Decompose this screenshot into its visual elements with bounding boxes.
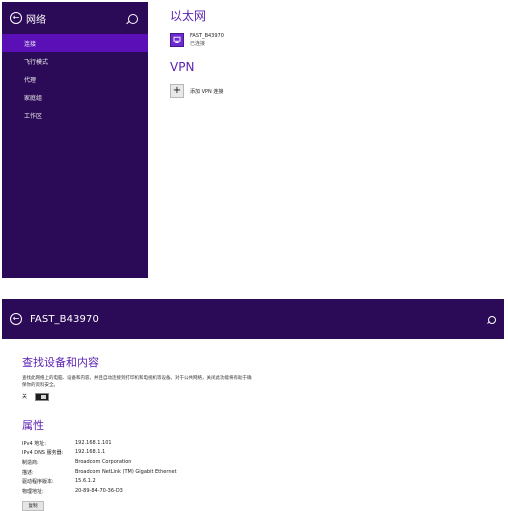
- table-row: 物理地址: 20-89-84-70-36-D3: [22, 486, 177, 496]
- sidebar-item-workplace[interactable]: 工作区: [2, 106, 148, 124]
- back-arrow-icon[interactable]: ←: [10, 12, 22, 24]
- network-details-panel: ← FAST_B43970 查找设备和内容 查找此网络上的电脑、设备和内容，并且…: [0, 295, 508, 511]
- sidebar-header: ← 网络: [2, 2, 148, 34]
- discover-toggle-row: 关: [22, 392, 492, 401]
- properties-title: 属性: [22, 418, 44, 432]
- network-icon: [170, 33, 184, 48]
- discover-toggle-label: 关: [22, 394, 28, 400]
- property-value: 192.168.1.101: [75, 439, 112, 446]
- network-details-header: ← FAST_B43970: [2, 299, 504, 339]
- property-value: 20-89-84-70-36-D3: [75, 487, 123, 494]
- property-key: IPv4 DNS 服务器:: [22, 450, 64, 457]
- plus-icon[interactable]: +: [170, 84, 184, 99]
- property-value: 15.6.1.2: [75, 478, 96, 485]
- search-icon[interactable]: [488, 316, 496, 324]
- table-row: 驱动程序版本: 15.6.1.2: [22, 477, 177, 487]
- network-details-title-wrap: ← FAST_B43970: [10, 313, 99, 325]
- properties-table: IPv4 地址: 192.168.1.101 IPv4 DNS 服务器: 192…: [22, 439, 177, 497]
- property-key: 描述:: [22, 469, 34, 476]
- ethernet-network-item[interactable]: FAST_B43970 已连接: [170, 32, 500, 48]
- ethernet-heading: 以太网: [170, 9, 207, 23]
- network-name: FAST_B43970: [190, 32, 224, 39]
- vpn-heading: VPN: [170, 60, 195, 75]
- property-value: 192.168.1.1: [75, 449, 106, 456]
- discover-toggle[interactable]: [35, 392, 50, 401]
- property-key: 物理地址:: [22, 488, 44, 495]
- sidebar-item-connections[interactable]: 连接: [2, 34, 148, 52]
- add-vpn-label: 添加 VPN 连接: [190, 88, 224, 95]
- discover-title: 查找设备和内容: [22, 356, 99, 369]
- property-key: 驱动程序版本:: [22, 479, 54, 486]
- search-icon[interactable]: [128, 14, 138, 24]
- copy-button[interactable]: 复制: [22, 501, 44, 511]
- network-details-content: 查找设备和内容 查找此网络上的电脑、设备和内容，并且自动连接到打印机和电视机等设…: [22, 354, 492, 511]
- discover-description: 查找此网络上的电脑、设备和内容，并且自动连接到打印机和电视机等设备。对于公共网络…: [22, 376, 252, 388]
- property-key: IPv4 地址:: [22, 440, 46, 447]
- add-vpn-row[interactable]: + 添加 VPN 连接: [170, 84, 500, 99]
- network-status: 已连接: [190, 40, 206, 47]
- property-key: 制造商:: [22, 459, 39, 466]
- table-row: 描述: Broadcom NetLink (TM) Gigabit Ethern…: [22, 467, 177, 477]
- table-row: 制造商: Broadcom Corporation: [22, 458, 177, 468]
- connections-content: 以太网 FAST_B43970 已连接 VPN + 添加 VPN 连接: [170, 9, 500, 99]
- property-value: Broadcom NetLink (TM) Gigabit Ethernet: [75, 468, 177, 475]
- network-sidebar: ← 网络 连接 飞行模式 代理 家庭组 工作区: [2, 2, 148, 278]
- sidebar-item-airplane-mode[interactable]: 飞行模式: [2, 52, 148, 70]
- back-arrow-icon[interactable]: ←: [10, 313, 22, 325]
- sidebar-title: 网络: [26, 14, 46, 26]
- sidebar-item-homegroup[interactable]: 家庭组: [2, 88, 148, 106]
- network-details-title: FAST_B43970: [30, 313, 99, 325]
- property-value: Broadcom Corporation: [75, 458, 132, 465]
- table-row: IPv4 地址: 192.168.1.101: [22, 439, 177, 449]
- sidebar-item-proxy[interactable]: 代理: [2, 70, 148, 88]
- table-row: IPv4 DNS 服务器: 192.168.1.1: [22, 448, 177, 458]
- network-text: FAST_B43970 已连接: [190, 32, 224, 47]
- network-settings-panel: ← 网络 连接 飞行模式 代理 家庭组 工作区 以太网 FAST_B43970 …: [0, 0, 508, 280]
